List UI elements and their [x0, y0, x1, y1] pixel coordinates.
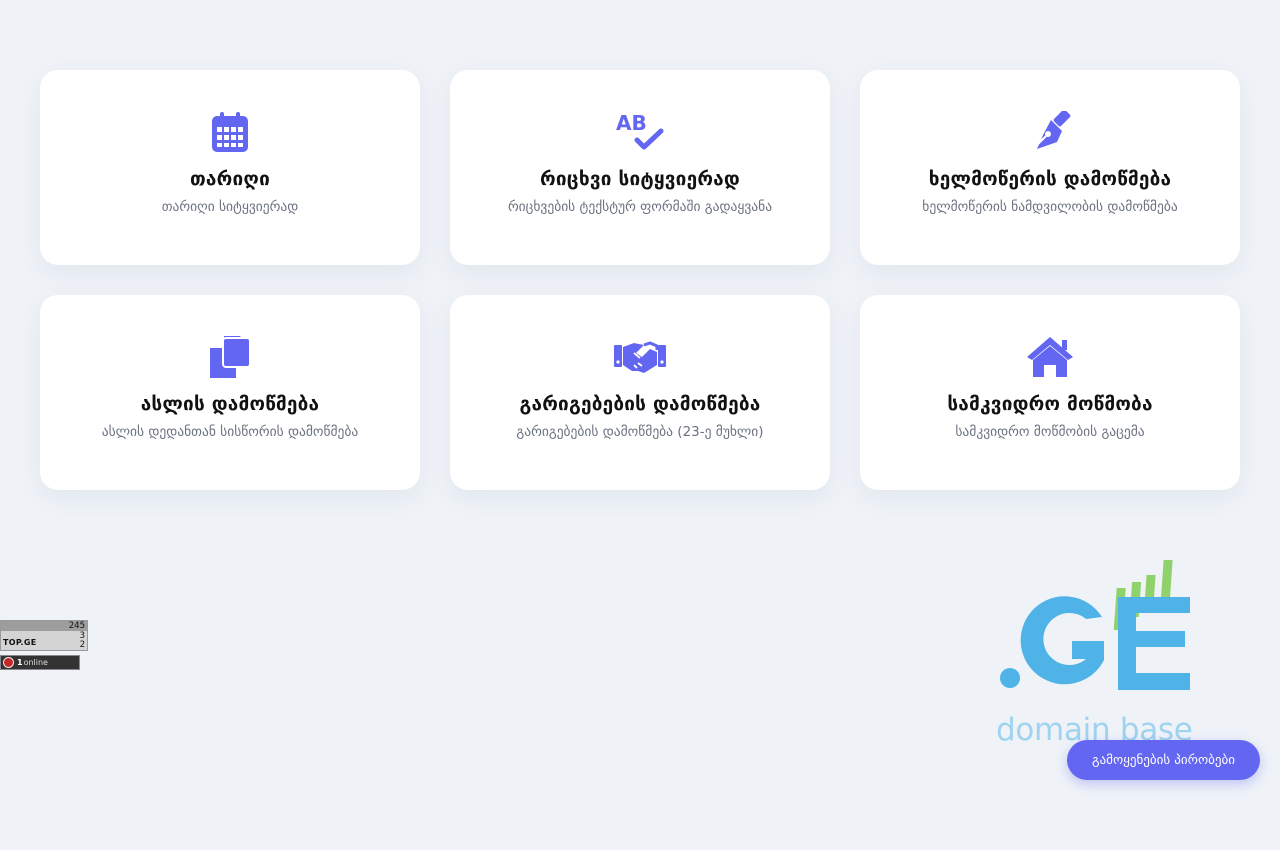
- page: თარიღი თარიღი სიტყვიერად AB რიცხვი სიტყვ…: [0, 0, 1280, 850]
- card-title: რიცხვი სიტყვიერად: [540, 168, 740, 190]
- online-label: online: [23, 658, 48, 667]
- card-title: ასლის დამოწმება: [140, 393, 320, 415]
- online-status-icon: [3, 657, 14, 668]
- online-counter[interactable]: 1 online: [0, 655, 80, 670]
- card-subtitle: თარიღი სიტყვიერად: [161, 199, 299, 215]
- card-title: სამკვიდრო მოწმობა: [947, 393, 1153, 415]
- service-card-inheritance[interactable]: სამკვიდრო მოწმობა სამკვიდრო მოწმობის გაც…: [860, 295, 1240, 490]
- services-grid: თარიღი თარიღი სიტყვიერად AB რიცხვი სიტყვ…: [40, 70, 1240, 490]
- svg-text:AB: AB: [616, 111, 647, 135]
- home-icon: [1020, 333, 1080, 381]
- service-card-number-words[interactable]: AB რიცხვი სიტყვიერად რიცხვების ტექსტურ ფ…: [450, 70, 830, 265]
- card-subtitle: გარიგებების დამოწმება (23-ე მუხლი): [516, 424, 764, 440]
- counter-value: 245: [68, 621, 85, 631]
- online-count: 1: [17, 658, 23, 667]
- pen-nib-icon: [1020, 108, 1080, 156]
- copy-icon: [200, 333, 260, 381]
- counter-value: 2: [79, 640, 85, 650]
- calendar-icon: [200, 108, 260, 156]
- ge-logo-mark: [1000, 560, 1190, 690]
- counter-brand: TOP.GE: [3, 638, 37, 647]
- terms-of-use-button[interactable]: გამოყენების პირობები: [1067, 740, 1260, 780]
- card-subtitle: ასლის დედანთან სისწორის დამოწმება: [101, 424, 359, 440]
- service-card-copy[interactable]: ასლის დამოწმება ასლის დედანთან სისწორის …: [40, 295, 420, 490]
- service-card-date[interactable]: თარიღი თარიღი სიტყვიერად: [40, 70, 420, 265]
- service-card-transactions[interactable]: გარიგებების დამოწმება გარიგებების დამოწმ…: [450, 295, 830, 490]
- card-subtitle: სამკვიდრო მოწმობის გაცემა: [955, 424, 1145, 440]
- card-subtitle: ხელმოწერის ნამდვილობის დამოწმება: [922, 199, 1178, 215]
- card-title: ხელმოწერის დამოწმება: [928, 168, 1172, 190]
- card-title: თარიღი: [190, 168, 270, 190]
- card-subtitle: რიცხვების ტექსტურ ფორმაში გადაყვანა: [507, 199, 773, 215]
- top-ge-counter[interactable]: 245 3 2 TOP.GE: [0, 620, 88, 651]
- handshake-icon: [610, 333, 670, 381]
- card-title: გარიგებების დამოწმება: [519, 393, 761, 415]
- ge-domain-logo: domain base: [990, 555, 1200, 750]
- spellcheck-icon: AB: [610, 108, 670, 156]
- service-card-signature[interactable]: ხელმოწერის დამოწმება ხელმოწერის ნამდვილო…: [860, 70, 1240, 265]
